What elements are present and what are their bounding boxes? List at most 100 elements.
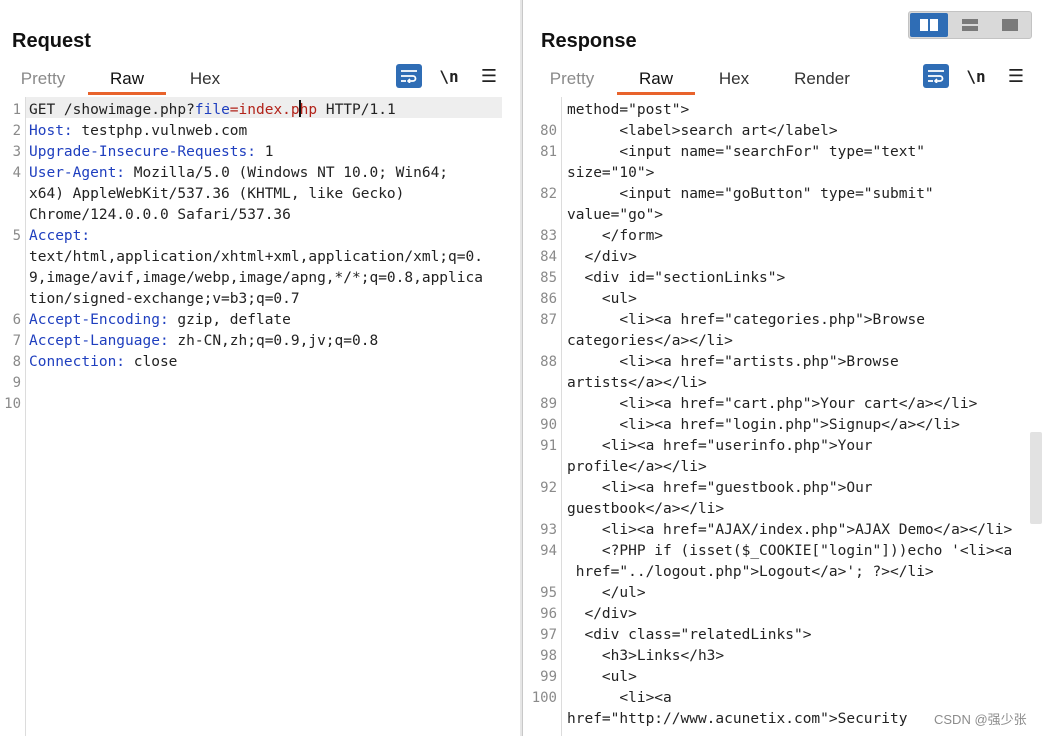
code-line: <li><a href="guestbook.php">Our bbox=[567, 480, 873, 496]
code-token: file bbox=[194, 102, 230, 118]
code-token: GET /showimage.php? bbox=[29, 102, 195, 118]
line-number: 6 bbox=[12, 312, 21, 328]
line-number: 7 bbox=[12, 333, 21, 349]
line-number: 86 bbox=[540, 291, 557, 307]
response-toolbar: \n ☰ bbox=[923, 64, 1033, 90]
code-line: <input name="goButton" type="submit" bbox=[567, 186, 934, 202]
code-token: Chrome/124.0.0.0 Safari/537.36 bbox=[29, 207, 291, 223]
line-number: 92 bbox=[540, 480, 557, 496]
hamburger-menu-icon[interactable]: ☰ bbox=[476, 64, 502, 88]
word-wrap-icon[interactable] bbox=[396, 64, 422, 88]
code-line: guestbook</a></li> bbox=[567, 501, 725, 517]
line-number: 80 bbox=[540, 123, 557, 139]
newline-label: \n bbox=[966, 66, 986, 86]
newline-toggle-button[interactable]: \n bbox=[436, 64, 462, 88]
code-line: <li><a href="AJAX/index.php">AJAX Demo</… bbox=[567, 522, 1013, 538]
code-line: <?PHP if (isset($_COOKIE["login"]))echo … bbox=[567, 543, 1013, 559]
code-line: tion/signed-exchange;v=b3;q=0.7 bbox=[29, 289, 300, 310]
code-line: size="10"> bbox=[567, 165, 655, 181]
line-number: 10 bbox=[4, 396, 21, 412]
code-line: </ul> bbox=[567, 585, 646, 601]
response-gutter: 80 81 82 83 84 85 86 87 88 89 90 91 92 93 94 95 96 97 98 99… bbox=[523, 97, 562, 736]
response-title: Response bbox=[541, 30, 637, 52]
tab-raw[interactable]: Raw bbox=[88, 66, 166, 95]
word-wrap-icon[interactable] bbox=[923, 64, 949, 88]
code-token: 9,image/avif,image/webp,image/apng,*/*;q… bbox=[29, 270, 483, 286]
request-editor[interactable]: 1 2 3 4 5 6 7 8 9 10 GET /showimage.php?file=inde… bbox=[0, 97, 520, 736]
code-line: <li><a href="cart.php">Your cart</a></li… bbox=[567, 396, 978, 412]
code-token: Accept-Encoding: bbox=[29, 312, 178, 328]
tab-raw[interactable]: Raw bbox=[617, 66, 695, 95]
tab-pretty[interactable]: Pretty bbox=[18, 66, 68, 94]
newline-label: \n bbox=[439, 66, 459, 86]
line-number: 9 bbox=[12, 375, 21, 391]
watermark: CSDN @强少张 bbox=[934, 712, 1027, 727]
code-line: href="../logout.php">Logout</a>'; ?></li… bbox=[567, 564, 934, 580]
line-number: 83 bbox=[540, 228, 557, 244]
line-number: 94 bbox=[540, 543, 557, 559]
request-gutter: 1 2 3 4 5 6 7 8 9 10 bbox=[0, 97, 26, 736]
response-pane: Response Pretty Raw Hex Render \n ☰ 80 81… bbox=[522, 0, 1050, 736]
tab-pretty[interactable]: Pretty bbox=[547, 66, 597, 94]
code-token: zh-CN,zh;q=0.9,jv;q=0.8 bbox=[177, 333, 379, 349]
code-line: profile</a></li> bbox=[567, 459, 707, 475]
code-line: Accept: bbox=[29, 226, 90, 247]
response-editor[interactable]: 80 81 82 83 84 85 86 87 88 89 90 91 92 93 94 95 96 97 98 99… bbox=[523, 97, 1050, 736]
line-number: 85 bbox=[540, 270, 557, 286]
line-number: 82 bbox=[540, 186, 557, 202]
line-number: 8 bbox=[12, 354, 21, 370]
layout-toggle bbox=[908, 11, 1032, 39]
code-token: hp bbox=[299, 102, 318, 118]
code-line: <li><a href="artists.php">Browse bbox=[567, 354, 899, 370]
code-token: x64) AppleWebKit/537.36 (KHTML, like Gec… bbox=[29, 186, 405, 202]
code-line: Connection: close bbox=[29, 352, 177, 373]
code-line: Accept-Language: zh-CN,zh;q=0.9,jv;q=0.8 bbox=[29, 331, 378, 352]
request-title: Request bbox=[12, 30, 91, 52]
code-line: <li><a href="categories.php">Browse bbox=[567, 312, 925, 328]
code-line: <li><a href="login.php">Signup</a></li> bbox=[567, 417, 960, 433]
line-number: 91 bbox=[540, 438, 557, 454]
code-line: </div> bbox=[567, 249, 637, 265]
line-number: 81 bbox=[540, 144, 557, 160]
code-line: User-Agent: Mozilla/5.0 (Windows NT 10.0… bbox=[29, 163, 448, 184]
code-line: <label>search art</label> bbox=[567, 123, 838, 139]
code-token: Host: bbox=[29, 123, 82, 139]
code-line: Upgrade-Insecure-Requests: 1 bbox=[29, 142, 273, 163]
code-line: <h3>Links</h3> bbox=[567, 648, 725, 664]
code-token: =index.p bbox=[229, 102, 300, 118]
tab-hex[interactable]: Hex bbox=[714, 66, 754, 94]
newline-toggle-button[interactable]: \n bbox=[963, 64, 989, 88]
line-number: 89 bbox=[540, 396, 557, 412]
line-number: 90 bbox=[540, 417, 557, 433]
tab-render[interactable]: Render bbox=[791, 66, 853, 94]
code-line: <ul> bbox=[567, 291, 637, 307]
line-number: 4 bbox=[12, 165, 21, 181]
code-line: value="go"> bbox=[567, 207, 664, 223]
line-number: 97 bbox=[540, 627, 557, 643]
line-number: 95 bbox=[540, 585, 557, 601]
code-line: <li><a bbox=[567, 690, 672, 706]
code-line: Host: testphp.vulnweb.com bbox=[29, 121, 247, 142]
line-number: 100 bbox=[531, 690, 557, 706]
code-token: gzip, deflate bbox=[177, 312, 291, 328]
line-number: 87 bbox=[540, 312, 557, 328]
line-number: 88 bbox=[540, 354, 557, 370]
code-line: 9,image/avif,image/webp,image/apng,*/*;q… bbox=[29, 268, 483, 289]
code-token: 1 bbox=[264, 144, 274, 160]
code-line: text/html,application/xhtml+xml,applicat… bbox=[29, 247, 483, 268]
code-line: x64) AppleWebKit/537.36 (KHTML, like Gec… bbox=[29, 184, 404, 205]
side-by-side-layout-icon[interactable] bbox=[910, 13, 948, 37]
request-toolbar: \n ☰ bbox=[396, 64, 506, 90]
request-pane: Request Pretty Raw Hex \n ☰ 1 2 3 4 5 6 7 8 9 10 … bbox=[0, 0, 521, 736]
line-number: 5 bbox=[12, 228, 21, 244]
code-token: User-Agent: bbox=[29, 165, 134, 181]
response-scrollbar-thumb[interactable] bbox=[1030, 432, 1042, 524]
code-line: href="http://www.acunetix.com">Security bbox=[567, 711, 908, 727]
line-number: 3 bbox=[12, 144, 21, 160]
code-token: Accept-Language: bbox=[29, 333, 178, 349]
hamburger-menu-icon[interactable]: ☰ bbox=[1003, 64, 1029, 88]
tab-hex[interactable]: Hex bbox=[185, 66, 225, 94]
stacked-layout-icon[interactable] bbox=[951, 13, 989, 37]
code-line: GET /showimage.php?file=index.php HTTP/1… bbox=[29, 100, 396, 121]
single-pane-layout-icon[interactable] bbox=[991, 13, 1029, 37]
